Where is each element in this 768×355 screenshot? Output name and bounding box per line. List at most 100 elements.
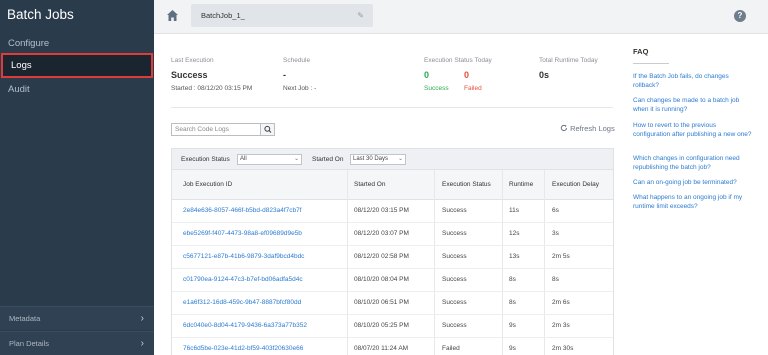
sidebar-item-configure[interactable]: Configure [0, 33, 154, 54]
job-id-link[interactable]: e1a6f312-16d8-459c-9b47-8887bfcf80dd [183, 299, 301, 306]
home-icon[interactable] [166, 9, 179, 22]
job-id-link[interactable]: c01790ea-9124-47c3-b7ef-bd06adfa5d4c [183, 276, 303, 283]
next-job: Next Job : - [283, 85, 317, 92]
pencil-icon[interactable]: ✎ [357, 4, 364, 27]
started-cell: 08/10/20 08:04 PM [354, 276, 409, 283]
faq-link[interactable]: How to revert to the previous configurat… [633, 122, 753, 139]
success-label: Success [424, 85, 449, 92]
table-row: 6dc040e0-8d04-4179-9436-6a373a77b352 08/… [172, 315, 613, 338]
table-row: ebe5269f-f407-4473-98a8-ef09689d9e5b 08/… [172, 223, 613, 246]
logs-table: Job Execution ID Started On Execution St… [171, 170, 614, 355]
refresh-icon [560, 124, 567, 132]
chevron-down-icon: ⌄ [293, 156, 299, 162]
delay-cell: 6s [552, 207, 559, 214]
started-cell: 08/12/20 02:58 PM [354, 253, 409, 260]
faq-heading: FAQ [633, 47, 649, 56]
select-value: Last 30 Days [353, 156, 389, 162]
job-id-link[interactable]: 2e84e636-8057-466f-b5bd-d823a4f7cb7f [183, 207, 302, 214]
faq-link[interactable]: Can an on-going job be terminated? [633, 179, 753, 188]
faq-link[interactable]: Can changes be made to a batch job when … [633, 97, 753, 114]
faq-link[interactable]: What happens to an ongoing job if my run… [633, 194, 753, 211]
faq-link[interactable]: If the Batch Job fails, do changes rollb… [633, 73, 753, 90]
sidebar-item-label: Metadata [9, 314, 41, 323]
last-execution-started: Started : 08/12/20 03:15 PM [171, 85, 253, 92]
schedule-value: - [283, 70, 286, 80]
status-cell: Success [442, 230, 467, 237]
runtime-cell: 11s [509, 207, 519, 214]
started-cell: 08/10/20 05:25 PM [354, 322, 409, 329]
status-cell: Success [442, 299, 467, 306]
sidebar: Batch Jobs Configure Logs Audit Metadata… [0, 0, 154, 355]
status-cell: Success [442, 207, 467, 214]
chevron-right-icon: › [140, 338, 144, 349]
sidebar-item-plan-details[interactable]: Plan Details › [0, 331, 154, 355]
runtime-cell: 13s [509, 253, 520, 260]
job-id-link[interactable]: 76c6d5be-023e-41d2-bf59-403f20630e66 [183, 345, 303, 352]
delay-cell: 2m 6s [552, 299, 570, 306]
status-cell: Failed [442, 345, 460, 352]
filter-bar: Execution Status All ⌄ Started On Last 3… [171, 148, 614, 170]
faq-link[interactable]: Which changes in configuration need repu… [633, 155, 753, 172]
runtime-cell: 9s [509, 345, 516, 352]
tab-label: BatchJob_1_ [201, 11, 245, 20]
job-id-link[interactable]: c5677121-e87b-41b6-9879-3daf9bcd4bdc [183, 253, 304, 260]
col-header-delay: Execution Delay [552, 181, 599, 188]
status-cell: Success [442, 276, 467, 283]
failed-label: Failed [464, 85, 482, 92]
chevron-right-icon: › [140, 313, 144, 324]
table-row: c5677121-e87b-41b6-9879-3daf9bcd4bdc 08/… [172, 246, 613, 269]
app-title: Batch Jobs [7, 7, 74, 22]
started-on-select[interactable]: Last 30 Days ⌄ [350, 154, 406, 165]
sidebar-item-logs[interactable]: Logs [1, 53, 153, 78]
job-id-link[interactable]: ebe5269f-f407-4473-98a8-ef09689d9e5b [183, 230, 302, 237]
search-button[interactable] [260, 124, 274, 135]
status-cell: Success [442, 322, 467, 329]
delay-cell: 3s [552, 230, 559, 237]
search-placeholder: Search Code Logs [175, 126, 229, 133]
schedule-label: Schedule [283, 57, 311, 64]
divider [171, 107, 613, 108]
col-header-started: Started On [354, 181, 386, 188]
started-on-label: Started On [312, 156, 344, 163]
table-row: 2e84e636-8057-466f-b5bd-d823a4f7cb7f 08/… [172, 200, 613, 223]
started-cell: 08/10/20 06:51 PM [354, 299, 409, 306]
failed-count: 0 [464, 70, 470, 80]
sidebar-item-label: Plan Details [9, 339, 50, 348]
job-id-link[interactable]: 6dc040e0-8d04-4179-9436-6a373a77b352 [183, 322, 307, 329]
runtime-cell: 12s [509, 230, 520, 237]
search-input[interactable]: Search Code Logs [171, 123, 275, 136]
sidebar-item-metadata[interactable]: Metadata › [0, 306, 154, 330]
col-header-runtime: Runtime [509, 181, 534, 188]
select-value: All [240, 156, 247, 162]
faq-underline [633, 63, 669, 64]
runtime-cell: 8s [509, 299, 516, 306]
delay-cell: 2m 3s [552, 322, 570, 329]
top-bar: BatchJob_1_ ✎ ? [154, 0, 768, 34]
help-icon[interactable]: ? [734, 10, 746, 22]
refresh-label: Refresh Logs [570, 124, 615, 133]
col-header-id: Job Execution ID [183, 181, 233, 188]
status-today-label: Execution Status Today [424, 57, 492, 64]
table-header: Job Execution ID Started On Execution St… [172, 170, 613, 200]
started-cell: 08/12/20 03:15 PM [354, 207, 409, 214]
status-cell: Success [442, 253, 467, 260]
runtime-cell: 8s [509, 276, 516, 283]
runtime-today-value: 0s [539, 70, 550, 80]
delay-cell: 2m 5s [552, 253, 570, 260]
started-cell: 08/12/20 03:07 PM [354, 230, 409, 237]
search-icon [264, 125, 272, 133]
chevron-down-icon: ⌄ [397, 156, 403, 162]
runtime-today-label: Total Runtime Today [539, 57, 598, 64]
last-execution-value: Success [171, 70, 208, 80]
started-cell: 08/07/20 11:24 AM [354, 345, 409, 352]
delay-cell: 2m 30s [552, 345, 574, 352]
col-header-status: Execution Status [442, 181, 491, 188]
tab-batchjob[interactable]: BatchJob_1_ ✎ [191, 4, 373, 27]
execution-status-select[interactable]: All ⌄ [237, 154, 302, 165]
table-row: e1a6f312-16d8-459c-9b47-8887bfcf80dd 08/… [172, 292, 613, 315]
execution-status-label: Execution Status [181, 156, 230, 163]
delay-cell: 8s [552, 276, 559, 283]
sidebar-item-audit[interactable]: Audit [0, 79, 154, 100]
refresh-logs-button[interactable]: Refresh Logs [560, 124, 615, 133]
table-row: c01790ea-9124-47c3-b7ef-bd06adfa5d4c 08/… [172, 269, 613, 292]
